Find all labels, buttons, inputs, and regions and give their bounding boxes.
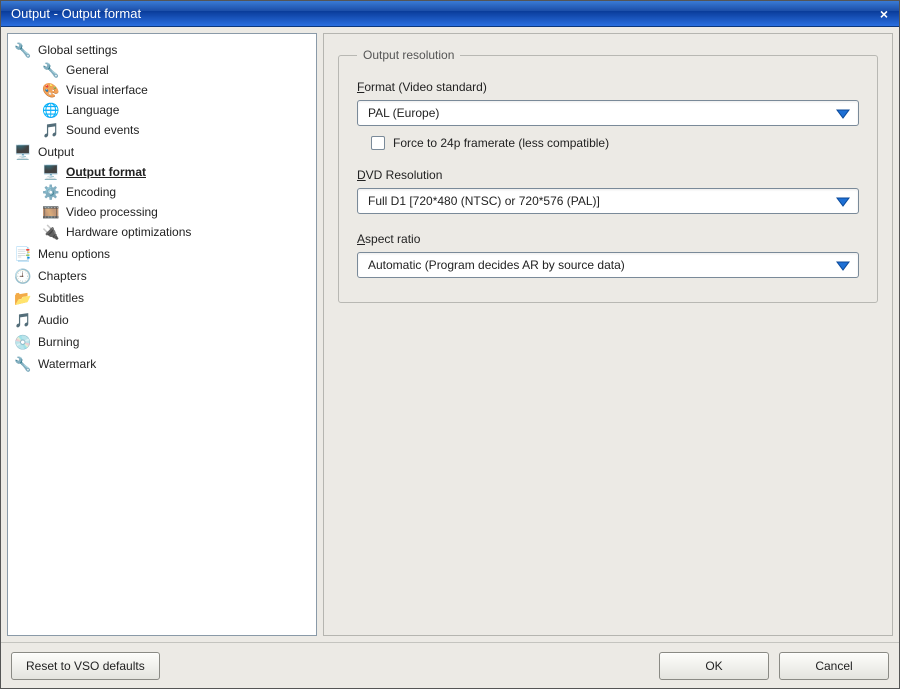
dropdown-arrow-icon	[834, 194, 852, 208]
settings-tree-panel: 🔧 Global settings 🔧 General 🎨 Visual interfac…	[7, 33, 317, 636]
titlebar: Output - Output format ×	[1, 1, 899, 27]
tree-item[interactable]: 📑 Menu options	[12, 244, 312, 264]
tree-item-label: Menu options	[38, 244, 110, 264]
tree-item-label: Output format	[66, 162, 146, 182]
tree-item[interactable]: 🔧 General	[40, 60, 312, 80]
settings-tree: 🔧 Global settings 🔧 General 🎨 Visual interfac…	[12, 40, 312, 374]
tree-item[interactable]: 🎵 Audio	[12, 310, 312, 330]
menu-icon: 📑	[14, 246, 32, 262]
format-combo[interactable]: PAL (Europe)	[357, 100, 859, 126]
tree-item[interactable]: 🔌 Hardware optimizations	[40, 222, 312, 242]
format-combo-value: PAL (Europe)	[368, 106, 834, 120]
format-label: Format (Video standard)	[357, 80, 859, 94]
tree-item[interactable]: ⚙️ Encoding	[40, 182, 312, 202]
dvd-resolution-combo-value: Full D1 [720*480 (NTSC) or 720*576 (PAL)…	[368, 194, 834, 208]
tree-item-label: Output	[38, 142, 74, 162]
wrench-icon: 🔧	[14, 356, 32, 372]
dvd-resolution-block: DVD Resolution Full D1 [720*480 (NTSC) o…	[357, 168, 859, 214]
tree-item-label: Visual interface	[66, 80, 148, 100]
output-resolution-group: Output resolution Format (Video standard…	[338, 48, 878, 303]
format-block: Format (Video standard) PAL (Europe) For…	[357, 80, 859, 150]
wrench-icon: 🔧	[14, 42, 32, 58]
tree-item[interactable]: 📂 Subtitles	[12, 288, 312, 308]
palette-icon: 🎨	[42, 82, 60, 98]
dvd-resolution-combo[interactable]: Full D1 [720*480 (NTSC) or 720*576 (PAL)…	[357, 188, 859, 214]
globe-icon: 🌐	[42, 102, 60, 118]
tree-item-label: Global settings	[38, 40, 117, 60]
force-24p-label: Force to 24p framerate (less compatible)	[393, 136, 609, 150]
window-title: Output - Output format	[7, 6, 875, 21]
note-icon: 🎵	[14, 312, 32, 328]
tree-item-label: Encoding	[66, 182, 116, 202]
wrench-icon: 🔧	[42, 62, 60, 78]
group-title: Output resolution	[357, 48, 460, 62]
tree-item[interactable]: 🕘 Chapters	[12, 266, 312, 286]
sound-icon: 🎵	[42, 122, 60, 138]
aspect-ratio-label: Aspect ratio	[357, 232, 859, 246]
form-panel: Output resolution Format (Video standard…	[323, 33, 893, 636]
content-area: 🔧 Global settings 🔧 General 🎨 Visual interfac…	[1, 27, 899, 642]
force-24p-checkbox[interactable]	[371, 136, 385, 150]
dropdown-arrow-icon	[834, 258, 852, 272]
button-bar: Reset to VSO defaults OK Cancel	[1, 642, 899, 688]
tree-item[interactable]: 🖥️ Output format	[40, 162, 312, 182]
close-icon: ×	[880, 6, 888, 22]
tree-item[interactable]: 🔧 Global settings	[12, 40, 312, 60]
ok-button[interactable]: OK	[659, 652, 769, 680]
dropdown-arrow-icon	[834, 106, 852, 120]
tree-item-label: Burning	[38, 332, 79, 352]
close-button[interactable]: ×	[875, 5, 893, 23]
tree-item[interactable]: 💿 Burning	[12, 332, 312, 352]
monitor-icon: 🖥️	[14, 144, 32, 160]
tree-item-label: Subtitles	[38, 288, 84, 308]
tree-item-label: Language	[66, 100, 119, 120]
tree-item-label: General	[66, 60, 109, 80]
disc-icon: 💿	[14, 334, 32, 350]
tree-item[interactable]: 🎨 Visual interface	[40, 80, 312, 100]
tree-item-label: Video processing	[66, 202, 158, 222]
reset-defaults-button[interactable]: Reset to VSO defaults	[11, 652, 160, 680]
tree-item-label: Chapters	[38, 266, 87, 286]
tree-item-label: Hardware optimizations	[66, 222, 191, 242]
tree-item[interactable]: 🌐 Language	[40, 100, 312, 120]
film-icon: 🎞️	[42, 204, 60, 220]
tree-item-label: Audio	[38, 310, 69, 330]
tree-item[interactable]: 🖥️ Output	[12, 142, 312, 162]
aspect-ratio-combo[interactable]: Automatic (Program decides AR by source …	[357, 252, 859, 278]
cancel-button[interactable]: Cancel	[779, 652, 889, 680]
monitor-icon: 🖥️	[42, 164, 60, 180]
chip-icon: 🔌	[42, 224, 60, 240]
aspect-ratio-block: Aspect ratio Automatic (Program decides …	[357, 232, 859, 278]
gear-icon: ⚙️	[42, 184, 60, 200]
tree-item-label: Sound events	[66, 120, 139, 140]
folder-icon: 📂	[14, 290, 32, 306]
tree-item[interactable]: 🎞️ Video processing	[40, 202, 312, 222]
aspect-ratio-combo-value: Automatic (Program decides AR by source …	[368, 258, 834, 272]
force-24p-row: Force to 24p framerate (less compatible)	[371, 136, 859, 150]
tree-item[interactable]: 🔧 Watermark	[12, 354, 312, 374]
dvd-resolution-label: DVD Resolution	[357, 168, 859, 182]
tree-item-label: Watermark	[38, 354, 96, 374]
tree-item[interactable]: 🎵 Sound events	[40, 120, 312, 140]
clock-icon: 🕘	[14, 268, 32, 284]
